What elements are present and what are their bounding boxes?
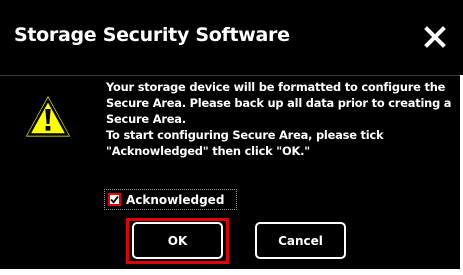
message-line: "Acknowledged" then click "OK."	[106, 144, 310, 158]
message-line: Your storage device will be formatted to…	[106, 80, 446, 94]
message-line: To start configuring Secure Area, please…	[106, 128, 384, 142]
ok-button[interactable]: OK	[132, 222, 223, 259]
acknowledged-checkbox-row[interactable]: Acknowledged	[104, 189, 237, 210]
close-icon	[424, 26, 446, 48]
message-line: Secure Area.	[106, 112, 186, 126]
warning-message: Your storage device will be formatted to…	[106, 79, 456, 159]
close-button[interactable]	[422, 24, 448, 50]
warning-icon	[22, 92, 74, 140]
message-line: Secure Area. Please back up all data pri…	[106, 96, 452, 110]
title-divider	[0, 75, 460, 76]
acknowledged-label[interactable]: Acknowledged	[126, 192, 224, 208]
storage-security-dialog: Storage Security Software Your storage d…	[0, 0, 463, 275]
acknowledged-checkbox[interactable]	[108, 193, 121, 206]
checkmark-icon	[110, 195, 119, 204]
cancel-button[interactable]: Cancel	[255, 222, 346, 259]
dialog-title: Storage Security Software	[14, 24, 290, 46]
title-bar: Storage Security Software	[0, 0, 463, 75]
